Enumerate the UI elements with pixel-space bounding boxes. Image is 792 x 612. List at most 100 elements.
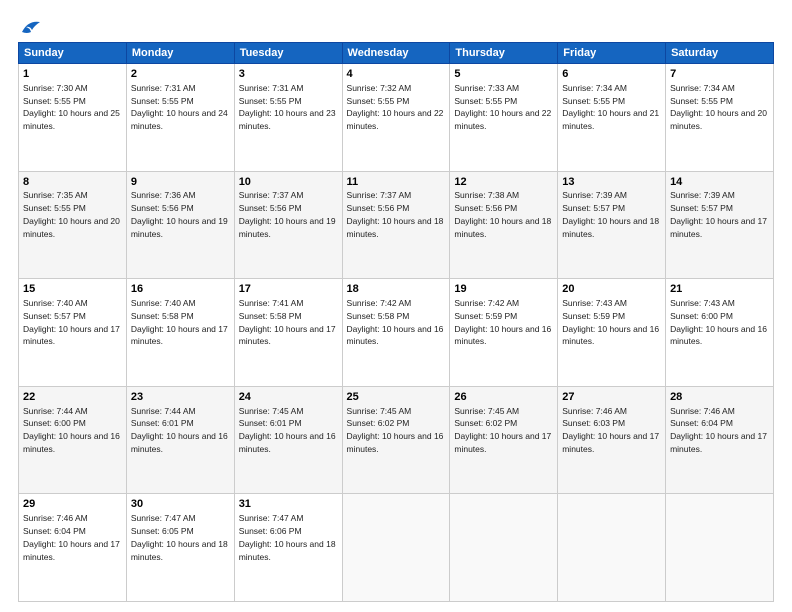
calendar-day-cell: 18 Sunrise: 7:42 AMSunset: 5:58 PMDaylig… <box>342 279 450 387</box>
calendar-week-row: 29 Sunrise: 7:46 AMSunset: 6:04 PMDaylig… <box>19 494 774 602</box>
calendar-day-header: Friday <box>558 43 666 64</box>
calendar-day-cell: 29 Sunrise: 7:46 AMSunset: 6:04 PMDaylig… <box>19 494 127 602</box>
day-number: 24 <box>239 390 338 405</box>
day-info: Sunrise: 7:46 AMSunset: 6:03 PMDaylight:… <box>562 406 659 454</box>
day-number: 14 <box>670 175 769 190</box>
calendar-day-cell: 21 Sunrise: 7:43 AMSunset: 6:00 PMDaylig… <box>666 279 774 387</box>
day-number: 21 <box>670 282 769 297</box>
day-info: Sunrise: 7:44 AMSunset: 6:00 PMDaylight:… <box>23 406 120 454</box>
day-number: 30 <box>131 497 230 512</box>
day-number: 18 <box>347 282 446 297</box>
day-info: Sunrise: 7:41 AMSunset: 5:58 PMDaylight:… <box>239 298 336 346</box>
day-info: Sunrise: 7:31 AMSunset: 5:55 PMDaylight:… <box>131 83 228 131</box>
day-info: Sunrise: 7:35 AMSunset: 5:55 PMDaylight:… <box>23 190 120 238</box>
day-number: 15 <box>23 282 122 297</box>
calendar-day-cell: 22 Sunrise: 7:44 AMSunset: 6:00 PMDaylig… <box>19 386 127 494</box>
day-info: Sunrise: 7:34 AMSunset: 5:55 PMDaylight:… <box>670 83 767 131</box>
calendar-day-cell: 8 Sunrise: 7:35 AMSunset: 5:55 PMDayligh… <box>19 171 127 279</box>
calendar-day-cell: 16 Sunrise: 7:40 AMSunset: 5:58 PMDaylig… <box>126 279 234 387</box>
day-number: 23 <box>131 390 230 405</box>
day-info: Sunrise: 7:40 AMSunset: 5:57 PMDaylight:… <box>23 298 120 346</box>
header <box>18 18 774 32</box>
page: SundayMondayTuesdayWednesdayThursdayFrid… <box>0 0 792 612</box>
calendar-header-row: SundayMondayTuesdayWednesdayThursdayFrid… <box>19 43 774 64</box>
calendar-day-cell: 1 Sunrise: 7:30 AMSunset: 5:55 PMDayligh… <box>19 64 127 172</box>
day-number: 20 <box>562 282 661 297</box>
day-info: Sunrise: 7:46 AMSunset: 6:04 PMDaylight:… <box>670 406 767 454</box>
calendar-day-cell: 19 Sunrise: 7:42 AMSunset: 5:59 PMDaylig… <box>450 279 558 387</box>
day-info: Sunrise: 7:38 AMSunset: 5:56 PMDaylight:… <box>454 190 551 238</box>
calendar-day-cell: 27 Sunrise: 7:46 AMSunset: 6:03 PMDaylig… <box>558 386 666 494</box>
calendar-day-cell <box>666 494 774 602</box>
calendar-day-cell: 6 Sunrise: 7:34 AMSunset: 5:55 PMDayligh… <box>558 64 666 172</box>
day-number: 27 <box>562 390 661 405</box>
calendar-day-cell: 15 Sunrise: 7:40 AMSunset: 5:57 PMDaylig… <box>19 279 127 387</box>
calendar-week-row: 15 Sunrise: 7:40 AMSunset: 5:57 PMDaylig… <box>19 279 774 387</box>
day-number: 4 <box>347 67 446 82</box>
logo-bird-icon <box>20 18 42 36</box>
calendar-day-header: Saturday <box>666 43 774 64</box>
calendar-day-cell: 4 Sunrise: 7:32 AMSunset: 5:55 PMDayligh… <box>342 64 450 172</box>
calendar-day-header: Thursday <box>450 43 558 64</box>
day-number: 22 <box>23 390 122 405</box>
day-info: Sunrise: 7:45 AMSunset: 6:02 PMDaylight:… <box>347 406 444 454</box>
calendar-day-cell: 17 Sunrise: 7:41 AMSunset: 5:58 PMDaylig… <box>234 279 342 387</box>
logo <box>18 18 42 32</box>
day-info: Sunrise: 7:40 AMSunset: 5:58 PMDaylight:… <box>131 298 228 346</box>
day-info: Sunrise: 7:37 AMSunset: 5:56 PMDaylight:… <box>347 190 444 238</box>
day-info: Sunrise: 7:46 AMSunset: 6:04 PMDaylight:… <box>23 513 120 561</box>
calendar-day-cell: 31 Sunrise: 7:47 AMSunset: 6:06 PMDaylig… <box>234 494 342 602</box>
calendar-day-header: Wednesday <box>342 43 450 64</box>
day-info: Sunrise: 7:43 AMSunset: 5:59 PMDaylight:… <box>562 298 659 346</box>
calendar-week-row: 22 Sunrise: 7:44 AMSunset: 6:00 PMDaylig… <box>19 386 774 494</box>
day-number: 31 <box>239 497 338 512</box>
day-info: Sunrise: 7:44 AMSunset: 6:01 PMDaylight:… <box>131 406 228 454</box>
day-number: 12 <box>454 175 553 190</box>
day-number: 16 <box>131 282 230 297</box>
day-info: Sunrise: 7:47 AMSunset: 6:05 PMDaylight:… <box>131 513 228 561</box>
day-info: Sunrise: 7:43 AMSunset: 6:00 PMDaylight:… <box>670 298 767 346</box>
day-number: 9 <box>131 175 230 190</box>
day-info: Sunrise: 7:39 AMSunset: 5:57 PMDaylight:… <box>562 190 659 238</box>
day-number: 29 <box>23 497 122 512</box>
day-number: 28 <box>670 390 769 405</box>
day-number: 10 <box>239 175 338 190</box>
day-number: 13 <box>562 175 661 190</box>
day-number: 8 <box>23 175 122 190</box>
calendar-day-cell: 9 Sunrise: 7:36 AMSunset: 5:56 PMDayligh… <box>126 171 234 279</box>
day-info: Sunrise: 7:45 AMSunset: 6:02 PMDaylight:… <box>454 406 551 454</box>
calendar-day-cell: 14 Sunrise: 7:39 AMSunset: 5:57 PMDaylig… <box>666 171 774 279</box>
calendar-day-cell: 3 Sunrise: 7:31 AMSunset: 5:55 PMDayligh… <box>234 64 342 172</box>
calendar-day-cell: 24 Sunrise: 7:45 AMSunset: 6:01 PMDaylig… <box>234 386 342 494</box>
calendar-week-row: 1 Sunrise: 7:30 AMSunset: 5:55 PMDayligh… <box>19 64 774 172</box>
calendar-day-cell: 28 Sunrise: 7:46 AMSunset: 6:04 PMDaylig… <box>666 386 774 494</box>
calendar-day-cell: 23 Sunrise: 7:44 AMSunset: 6:01 PMDaylig… <box>126 386 234 494</box>
calendar-day-cell <box>558 494 666 602</box>
day-number: 1 <box>23 67 122 82</box>
day-info: Sunrise: 7:42 AMSunset: 5:59 PMDaylight:… <box>454 298 551 346</box>
day-number: 3 <box>239 67 338 82</box>
calendar-day-cell: 30 Sunrise: 7:47 AMSunset: 6:05 PMDaylig… <box>126 494 234 602</box>
day-number: 25 <box>347 390 446 405</box>
day-number: 7 <box>670 67 769 82</box>
day-number: 17 <box>239 282 338 297</box>
day-info: Sunrise: 7:31 AMSunset: 5:55 PMDaylight:… <box>239 83 336 131</box>
day-info: Sunrise: 7:39 AMSunset: 5:57 PMDaylight:… <box>670 190 767 238</box>
calendar-day-cell: 13 Sunrise: 7:39 AMSunset: 5:57 PMDaylig… <box>558 171 666 279</box>
day-number: 26 <box>454 390 553 405</box>
day-info: Sunrise: 7:32 AMSunset: 5:55 PMDaylight:… <box>347 83 444 131</box>
calendar-day-cell <box>342 494 450 602</box>
calendar-day-cell: 12 Sunrise: 7:38 AMSunset: 5:56 PMDaylig… <box>450 171 558 279</box>
calendar-day-cell: 26 Sunrise: 7:45 AMSunset: 6:02 PMDaylig… <box>450 386 558 494</box>
day-number: 2 <box>131 67 230 82</box>
day-number: 5 <box>454 67 553 82</box>
day-info: Sunrise: 7:42 AMSunset: 5:58 PMDaylight:… <box>347 298 444 346</box>
day-number: 11 <box>347 175 446 190</box>
calendar-day-cell: 20 Sunrise: 7:43 AMSunset: 5:59 PMDaylig… <box>558 279 666 387</box>
day-number: 6 <box>562 67 661 82</box>
calendar-day-cell: 5 Sunrise: 7:33 AMSunset: 5:55 PMDayligh… <box>450 64 558 172</box>
day-info: Sunrise: 7:45 AMSunset: 6:01 PMDaylight:… <box>239 406 336 454</box>
calendar-day-cell: 11 Sunrise: 7:37 AMSunset: 5:56 PMDaylig… <box>342 171 450 279</box>
day-info: Sunrise: 7:33 AMSunset: 5:55 PMDaylight:… <box>454 83 551 131</box>
calendar-day-cell: 2 Sunrise: 7:31 AMSunset: 5:55 PMDayligh… <box>126 64 234 172</box>
